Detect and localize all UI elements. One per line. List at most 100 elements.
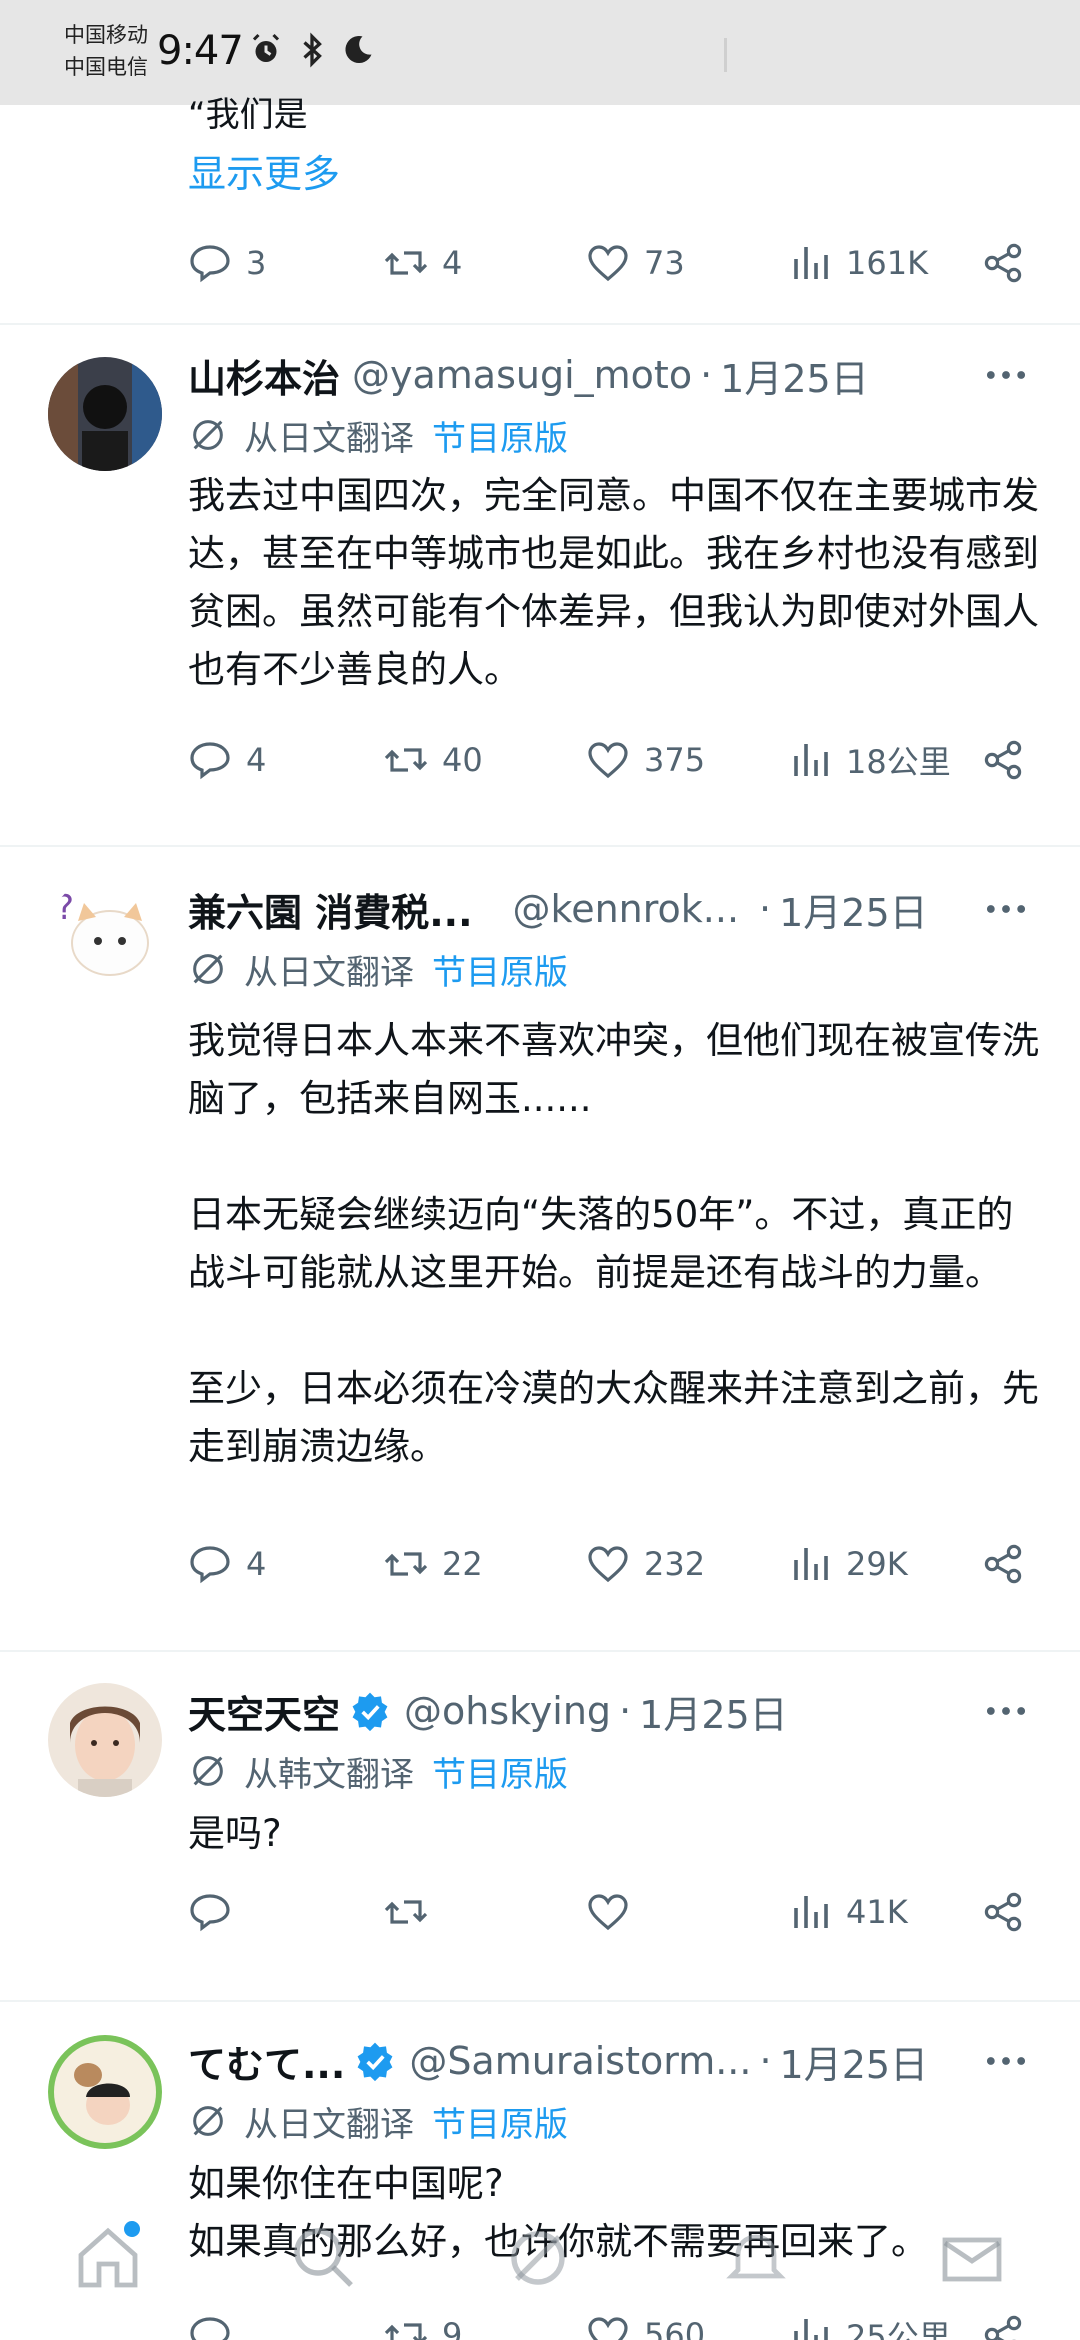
- views-button[interactable]: 161K: [786, 233, 928, 293]
- reply-icon: [190, 742, 230, 780]
- divider: [0, 1650, 1080, 1652]
- share-button[interactable]: [980, 730, 1028, 790]
- retweet-button[interactable]: 4: [382, 233, 462, 293]
- heart-icon: [588, 1546, 628, 1583]
- share-button[interactable]: [980, 1534, 1028, 1594]
- tweet-paragraph: 至少，日本必须在冷漠的大众醒来并注意到之前，先走到崩溃边缘。: [188, 1367, 1039, 1468]
- translated-from-label: 从日文翻译: [244, 952, 414, 993]
- retweet-icon: [384, 1552, 428, 1576]
- user-handle[interactable]: @yamasugi_moto: [352, 353, 692, 397]
- show-original-link[interactable]: 节目原版: [432, 1747, 568, 1796]
- translate-icon: [193, 420, 223, 450]
- translation-note: 从日文翻译 节目原版: [188, 411, 568, 459]
- reply-button[interactable]: 4: [186, 1534, 266, 1594]
- reply-icon: [190, 1546, 230, 1584]
- carrier-1: 中国移动: [64, 23, 148, 47]
- retweet-count: 22: [442, 1545, 483, 1583]
- views-count: 29K: [846, 1545, 908, 1583]
- nav-search[interactable]: [288, 2222, 360, 2294]
- tweet-header: 山杉本治 @yamasugi_moto · 1月25日: [188, 349, 869, 401]
- display-name[interactable]: てむて...: [188, 2034, 345, 2089]
- translation-note: 从韩文翻译 节目原版: [188, 1747, 568, 1795]
- svg-text:?: ?: [56, 888, 74, 928]
- like-button[interactable]: 232: [584, 1534, 705, 1594]
- show-original-link[interactable]: 节目原版: [432, 945, 568, 994]
- show-original-link[interactable]: 节目原版: [432, 411, 568, 460]
- avatar[interactable]: [48, 1683, 162, 1797]
- display-name[interactable]: 天空天空: [188, 1684, 340, 1739]
- views-icon: [794, 1548, 828, 1580]
- tweet-date[interactable]: 1月25日: [779, 882, 928, 937]
- reply-count: 4: [246, 1545, 267, 1583]
- views-icon: [794, 1896, 828, 1928]
- avatar[interactable]: [48, 2035, 162, 2149]
- tweet-actions: 41K: [0, 1882, 1080, 1942]
- show-more-link[interactable]: 显示更多: [188, 143, 340, 198]
- user-handle[interactable]: @kennrok...: [513, 887, 739, 931]
- nav-notifications[interactable]: [720, 2222, 792, 2294]
- retweet-button[interactable]: [382, 1882, 442, 1942]
- share-icon: [984, 1892, 1022, 1932]
- status-bar: 中国移动 中国电信 9:47: [0, 0, 1080, 105]
- reply-icon: [190, 245, 230, 283]
- retweet-button[interactable]: 40: [382, 730, 483, 790]
- share-button[interactable]: [980, 1882, 1028, 1942]
- heart-icon: [588, 742, 628, 779]
- user-handle[interactable]: @ohskying: [404, 1689, 611, 1733]
- tweet-paragraph: [188, 1128, 1048, 1186]
- views-button[interactable]: 29K: [786, 1534, 908, 1594]
- more-options-icon[interactable]: [980, 349, 1032, 401]
- like-count: 232: [644, 1545, 706, 1583]
- moon-icon: [345, 36, 372, 64]
- more-options-icon[interactable]: [980, 2035, 1032, 2087]
- avatar[interactable]: ?: [48, 877, 162, 991]
- share-button[interactable]: [980, 233, 1028, 293]
- translated-from-label: 从韩文翻译: [244, 1754, 414, 1795]
- verified-badge-icon: [352, 1692, 388, 1732]
- nav-grok[interactable]: [502, 2222, 574, 2294]
- heart-icon: [588, 245, 628, 282]
- nav-messages[interactable]: [936, 2222, 1008, 2294]
- more-options-icon[interactable]: [980, 1685, 1032, 1737]
- verified-badge-icon: [357, 2042, 393, 2082]
- reply-button[interactable]: 4: [186, 730, 266, 790]
- display-name[interactable]: 兼六園 消費税...: [188, 882, 473, 937]
- tweet-actions: 3 4 73 161K: [0, 233, 1080, 293]
- separator-dot: ·: [759, 2039, 772, 2083]
- views-button[interactable]: 18公里: [786, 730, 951, 790]
- tweet-date[interactable]: 1月25日: [720, 348, 869, 403]
- tweet-date[interactable]: 1月25日: [639, 1684, 788, 1739]
- reply-button[interactable]: 3: [186, 233, 266, 293]
- tweet-text: 我去过中国四次，完全同意。中国不仅在主要城市发达，甚至在中等城市也是如此。我在乡…: [188, 467, 1048, 699]
- status-divider: [724, 38, 727, 72]
- tweet-text: 我觉得日本人本来不喜欢冲突，但他们现在被宣传洗脑了，包括来自网玉...... 日…: [188, 1012, 1048, 1476]
- separator-dot: ·: [700, 353, 713, 397]
- translation-note: 从日文翻译 节目原版: [188, 2097, 568, 2145]
- avatar[interactable]: [48, 357, 162, 471]
- user-handle[interactable]: @Samuraistorm...: [409, 2039, 751, 2083]
- tweet-paragraph: [188, 1302, 1048, 1360]
- messages-icon: [942, 2237, 1002, 2282]
- like-button[interactable]: 73: [584, 233, 685, 293]
- heart-icon: [588, 1894, 628, 1931]
- views-button[interactable]: 41K: [786, 1882, 908, 1942]
- grok-icon: [511, 2231, 565, 2285]
- carrier-2: 中国电信: [64, 55, 148, 79]
- display-name[interactable]: 山杉本治: [188, 348, 340, 403]
- tweet-header: てむて... @Samuraistorm... · 1月25日: [188, 2035, 928, 2087]
- reply-button[interactable]: [186, 1882, 246, 1942]
- like-count: 375: [644, 741, 706, 779]
- show-original-link[interactable]: 节目原版: [432, 2097, 568, 2146]
- retweet-button[interactable]: 22: [382, 1534, 483, 1594]
- views-icon: [794, 247, 828, 279]
- translated-from-label: 从日文翻译: [244, 418, 414, 459]
- search-icon: [294, 2228, 353, 2287]
- tweet-actions: 4 22 232 29K: [0, 1534, 1080, 1594]
- reply-count: 3: [246, 244, 267, 282]
- tweet-header: 天空天空 @ohskying · 1月25日: [188, 1685, 788, 1737]
- more-options-icon[interactable]: [980, 883, 1032, 935]
- tweet-date[interactable]: 1月25日: [780, 2034, 929, 2089]
- share-icon: [984, 1544, 1022, 1584]
- like-button[interactable]: 375: [584, 730, 705, 790]
- like-button[interactable]: [584, 1882, 644, 1942]
